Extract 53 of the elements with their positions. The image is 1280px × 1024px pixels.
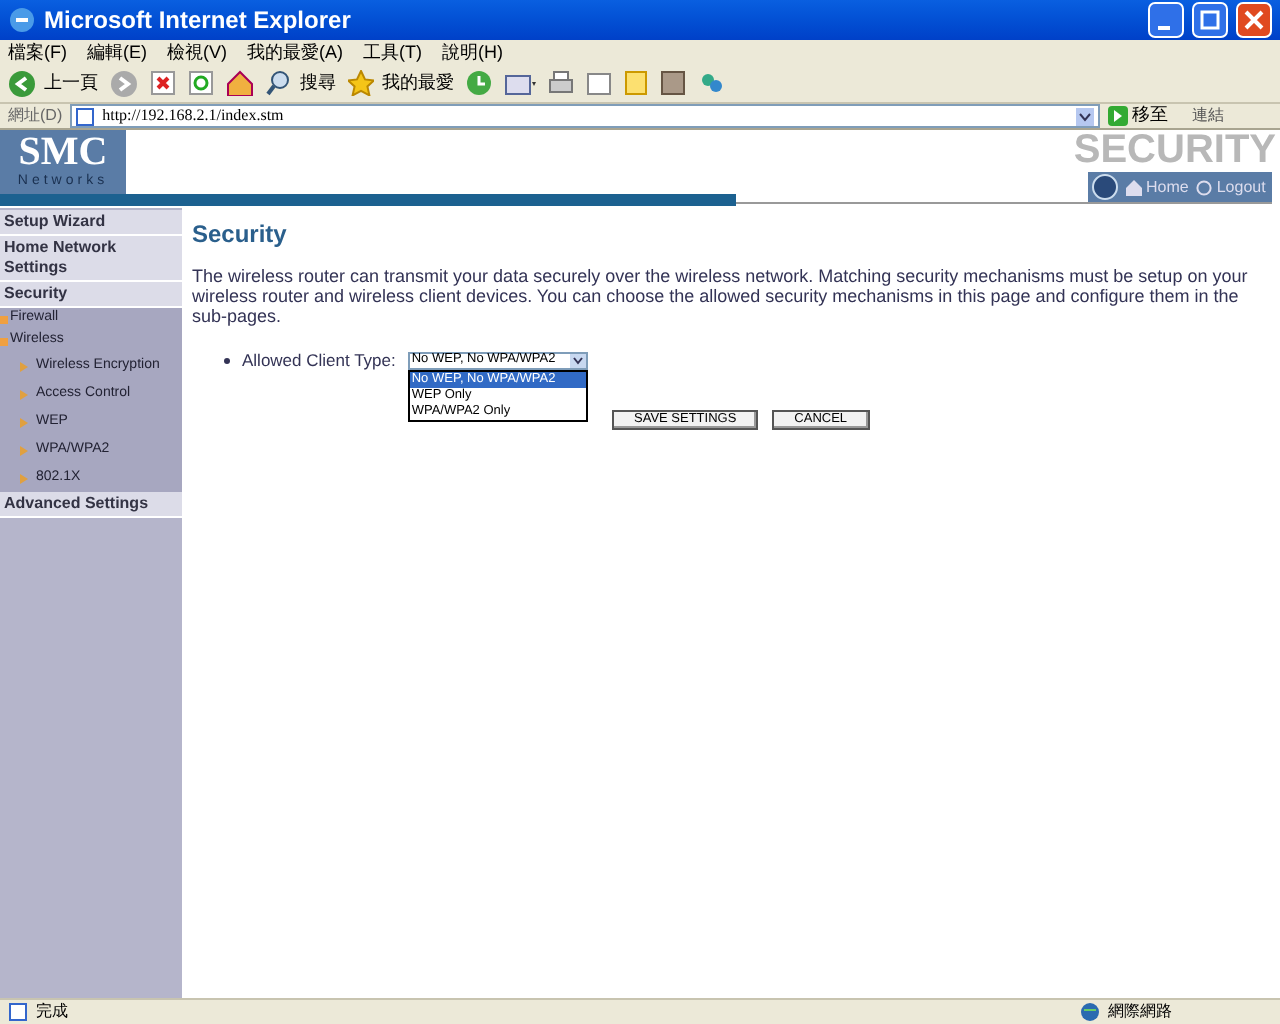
maximize-button[interactable] bbox=[1192, 2, 1228, 38]
printer-icon[interactable] bbox=[548, 70, 574, 96]
zone-text: 網際網路 bbox=[1108, 1000, 1174, 1024]
sidebar-item[interactable]: Setup Wizard bbox=[0, 210, 182, 236]
menu-item[interactable]: 檢視(V) bbox=[167, 43, 227, 61]
sidebar-item[interactable]: Home Network Settings bbox=[0, 236, 182, 282]
field-label: Allowed Client Type: bbox=[242, 348, 396, 374]
close-button[interactable] bbox=[1236, 2, 1272, 38]
history-icon[interactable] bbox=[466, 70, 492, 96]
menu-item[interactable]: 說明(H) bbox=[442, 43, 503, 61]
page-title: Security bbox=[192, 218, 289, 250]
back-button[interactable]: 上一頁 bbox=[8, 69, 98, 97]
arrow-bullet-icon bbox=[20, 389, 28, 399]
links-label[interactable]: 連結 bbox=[1176, 104, 1272, 128]
sidebar-item[interactable]: Security bbox=[0, 282, 182, 308]
power-icon bbox=[1196, 179, 1213, 195]
dropdown-arrow-icon[interactable] bbox=[1076, 107, 1094, 125]
arrow-bullet-icon bbox=[20, 361, 28, 371]
description: The wireless router can transmit your data securely over the wireless network. Matching security mechanisms must be setup on your wireless router and wireless client devices. You can choose the allowed security mechanisms in this page and configure them in the sub-pages. bbox=[192, 266, 1250, 326]
stop-icon[interactable] bbox=[150, 70, 176, 96]
page-status-icon bbox=[8, 1002, 28, 1022]
menu-item[interactable]: 工具(T) bbox=[363, 43, 422, 61]
address-field[interactable]: http://192.168.2.1/index.stm bbox=[70, 104, 1100, 128]
star-icon bbox=[348, 70, 374, 96]
magnifier-icon bbox=[266, 70, 292, 96]
sidebar-item[interactable]: Advanced Settings bbox=[0, 492, 182, 518]
bullet-icon bbox=[0, 337, 8, 345]
menu-item[interactable]: 檔案(F) bbox=[8, 43, 67, 61]
minimize-button[interactable] bbox=[1148, 2, 1184, 38]
refresh-icon[interactable] bbox=[188, 70, 214, 96]
arrow-bullet-icon bbox=[20, 473, 28, 483]
window-title: Microsoft Internet Explorer bbox=[44, 4, 353, 38]
messenger-icon[interactable] bbox=[698, 70, 724, 96]
go-arrow-icon bbox=[1108, 106, 1128, 126]
mail-icon[interactable] bbox=[504, 71, 536, 95]
status-text: 完成 bbox=[36, 1000, 70, 1024]
bullet-icon bbox=[224, 357, 230, 364]
go-button[interactable]: 移至 bbox=[1108, 102, 1168, 130]
globe-icon bbox=[1080, 1002, 1100, 1022]
section-title: SECURITY bbox=[1073, 130, 1276, 170]
arrow-bullet-icon bbox=[20, 417, 28, 427]
bullet-icon bbox=[0, 315, 8, 323]
menu-item[interactable]: 編輯(E) bbox=[87, 43, 147, 61]
home-icon[interactable] bbox=[226, 70, 254, 96]
favorites-button[interactable]: 我的最愛 bbox=[348, 69, 454, 97]
logo-text: SMC bbox=[18, 130, 108, 174]
menu-item[interactable]: 我的最愛(A) bbox=[247, 43, 343, 61]
address-label: 網址(D) bbox=[8, 104, 63, 128]
search-button[interactable]: 搜尋 bbox=[266, 69, 336, 97]
house-icon bbox=[1126, 179, 1142, 195]
dropdown-arrow-icon[interactable] bbox=[569, 353, 586, 368]
page-icon bbox=[76, 107, 95, 125]
arrow-bullet-icon bbox=[20, 445, 28, 455]
